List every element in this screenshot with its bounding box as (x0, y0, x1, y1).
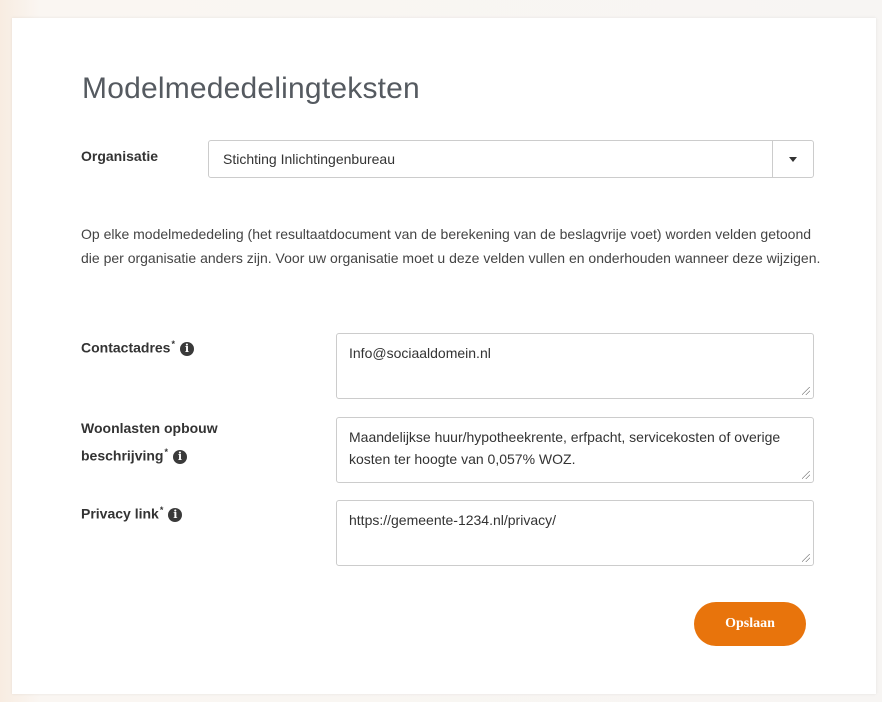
description-text: Op elke modelmededeling (het resultaatdo… (81, 226, 821, 266)
info-icon[interactable]: i (172, 449, 187, 464)
contact-label: Contactadres (81, 339, 171, 356)
resize-handle-icon[interactable] (802, 387, 810, 395)
housing-label-group: Woonlasten opbouw beschrijving* i (81, 416, 218, 468)
privacy-textarea[interactable]: https://gemeente-1234.nl/privacy/ (336, 500, 814, 566)
housing-label-line2: beschrijving (81, 447, 164, 464)
required-marker: * (164, 447, 168, 457)
housing-textarea[interactable]: Maandelijkse huur/hypotheekrente, erfpac… (336, 417, 814, 483)
page-title: Modelmededelingteksten (82, 72, 420, 105)
organisation-dropdown-button[interactable] (772, 141, 813, 177)
save-button[interactable]: Opslaan (694, 602, 806, 646)
privacy-value: https://gemeente-1234.nl/privacy/ (349, 512, 557, 528)
privacy-label: Privacy link (81, 505, 159, 522)
contact-value: Info@sociaaldomein.nl (349, 345, 491, 361)
organisation-select[interactable]: Stichting Inlichtingenbureau (208, 140, 814, 178)
contact-label-group: Contactadres* i (81, 332, 194, 360)
caret-down-icon (789, 157, 797, 162)
required-marker: * (171, 339, 175, 349)
privacy-label-group: Privacy link* i (81, 498, 183, 526)
form-card: Modelmededelingteksten Organisatie Stich… (12, 18, 876, 694)
housing-label-line1: Woonlasten opbouw (81, 420, 218, 436)
housing-value: Maandelijkse huur/hypotheekrente, erfpac… (349, 429, 781, 467)
organisation-select-value: Stichting Inlichtingenbureau (223, 151, 396, 167)
info-icon[interactable]: i (179, 341, 194, 356)
organisation-label: Organisatie (81, 148, 159, 164)
required-marker: * (159, 505, 164, 515)
info-icon[interactable]: i (168, 507, 183, 522)
contact-textarea[interactable]: Info@sociaaldomein.nl (336, 333, 814, 399)
resize-handle-icon[interactable] (802, 554, 810, 562)
resize-handle-icon[interactable] (802, 471, 810, 479)
